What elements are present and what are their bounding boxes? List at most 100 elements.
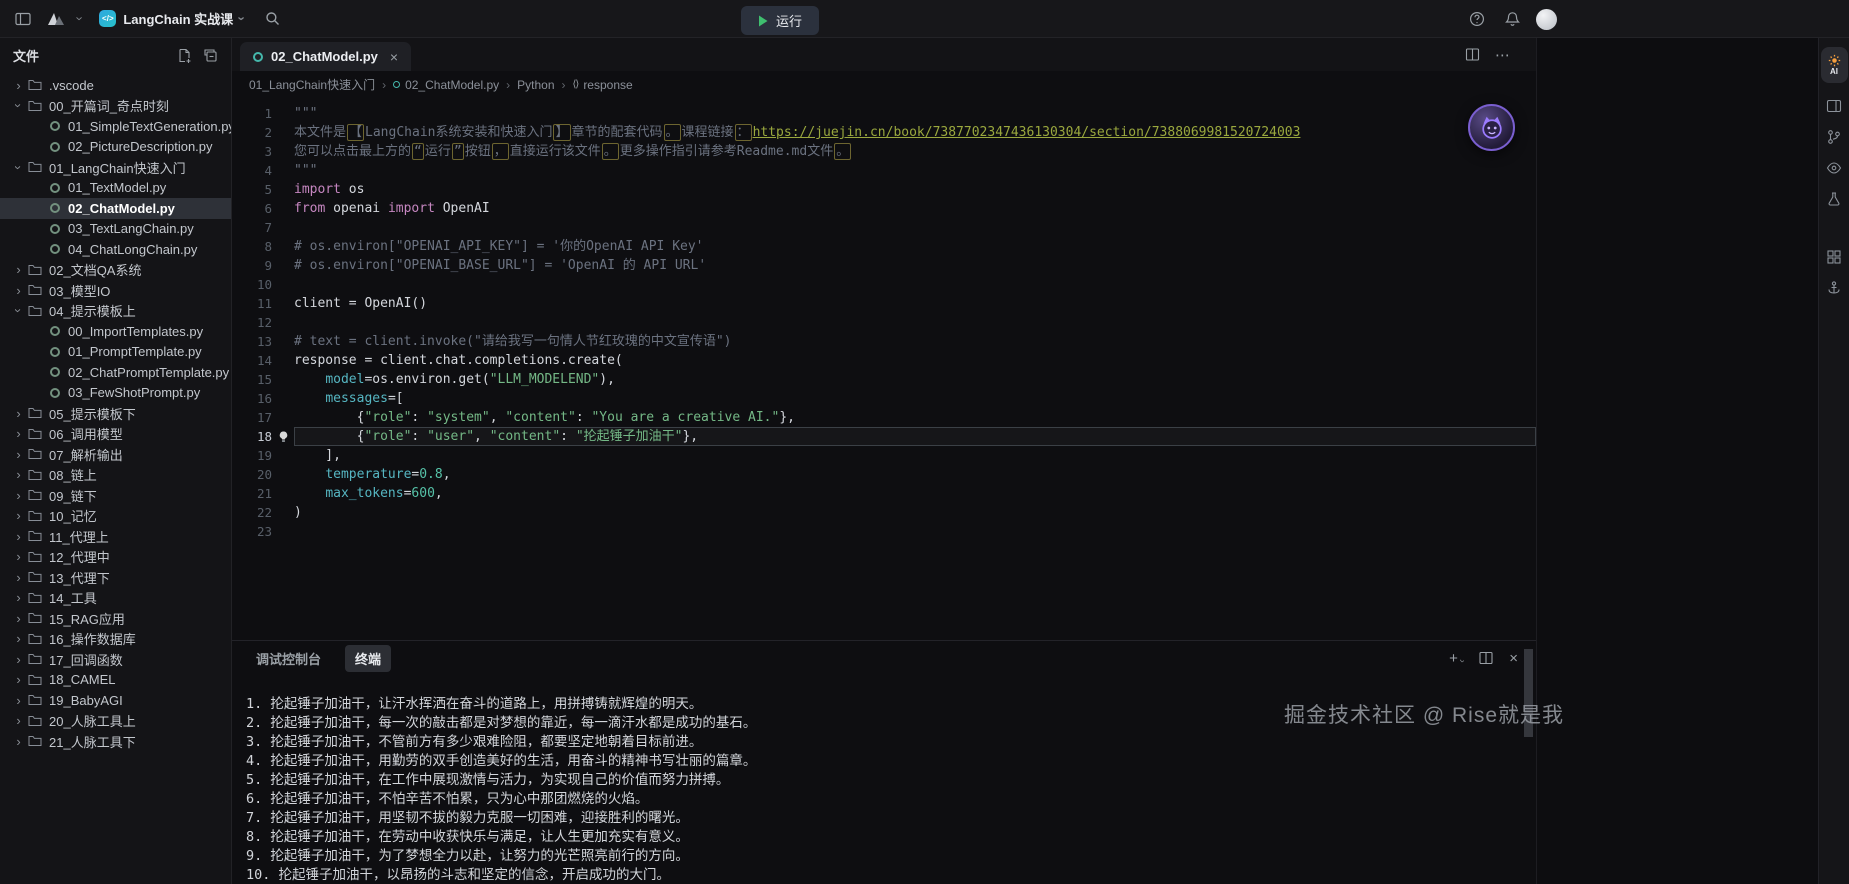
- tree-folder-item[interactable]: ›.vscode: [0, 75, 231, 96]
- tree-file-item[interactable]: 01_TextModel.py: [0, 178, 231, 199]
- tree-folder-item[interactable]: ›10_记忆: [0, 506, 231, 527]
- beaker-icon[interactable]: [1826, 191, 1842, 207]
- gutter-glyph: [272, 446, 294, 465]
- code-line[interactable]: 19 ],: [232, 446, 1536, 465]
- code-line[interactable]: 2本文件是【LangChain系统安装和快速入门】章节的配套代码。课程链接：ht…: [232, 123, 1536, 142]
- tree-folder-item[interactable]: ›09_链下: [0, 485, 231, 506]
- tree-file-item[interactable]: 00_ImportTemplates.py: [0, 321, 231, 342]
- tree-folder-item[interactable]: ›18_CAMEL: [0, 670, 231, 691]
- tree-file-item[interactable]: 01_PromptTemplate.py: [0, 342, 231, 363]
- code-line[interactable]: 16 messages=[: [232, 389, 1536, 408]
- code-line[interactable]: 6from openai import OpenAI: [232, 199, 1536, 218]
- gutter-glyph: [272, 161, 294, 180]
- code-line[interactable]: 23: [232, 522, 1536, 541]
- editor-area: 02_ChatModel.py × ⋯ 01_LangChain快速入门›02_…: [232, 38, 1536, 884]
- code-line[interactable]: 4""": [232, 161, 1536, 180]
- workbench: 文件 ›.vscode›00_开篇词_奇点时刻01_SimpleTextGene…: [0, 38, 1849, 884]
- tree-file-item[interactable]: 01_SimpleTextGeneration.py: [0, 116, 231, 137]
- tree-folder-item[interactable]: ›06_调用模型: [0, 424, 231, 445]
- tree-file-item[interactable]: 04_ChatLongChain.py: [0, 239, 231, 260]
- tree-folder-item[interactable]: ›20_人脉工具上: [0, 711, 231, 732]
- split-editor-icon[interactable]: [1465, 47, 1480, 62]
- new-file-icon[interactable]: [177, 48, 192, 63]
- sidebar-toggle-icon[interactable]: [12, 8, 34, 30]
- tree-item-label: 02_ChatPromptTemplate.py: [68, 365, 229, 380]
- ai-assistant-avatar[interactable]: [1468, 104, 1515, 151]
- code-editor[interactable]: 1"""2本文件是【LangChain系统安装和快速入门】章节的配套代码。课程链…: [232, 98, 1536, 640]
- code-line[interactable]: 5import os: [232, 180, 1536, 199]
- search-icon[interactable]: [261, 8, 283, 30]
- tree-folder-item[interactable]: ›12_代理中: [0, 547, 231, 568]
- new-terminal-icon[interactable]: +›: [1449, 650, 1463, 667]
- code-line[interactable]: 21 max_tokens=600,: [232, 484, 1536, 503]
- tree-folder-item[interactable]: ›11_代理上: [0, 526, 231, 547]
- folder-icon: [28, 571, 42, 583]
- editor-more-actions-icon[interactable]: ⋯: [1495, 46, 1510, 64]
- code-line[interactable]: 12: [232, 313, 1536, 332]
- eye-icon[interactable]: [1826, 160, 1842, 176]
- code-line[interactable]: 11client = OpenAI(): [232, 294, 1536, 313]
- tree-folder-item[interactable]: ›21_人脉工具下: [0, 731, 231, 752]
- ai-sun-icon: [1828, 54, 1841, 67]
- code-line[interactable]: 14response = client.chat.completions.cre…: [232, 351, 1536, 370]
- tab-close-icon[interactable]: ×: [390, 49, 398, 65]
- tree-folder-item[interactable]: ›00_开篇词_奇点时刻: [0, 96, 231, 117]
- breadcrumb-item[interactable]: ⟨⟩response: [573, 78, 633, 92]
- tree-file-item[interactable]: 02_PictureDescription.py: [0, 137, 231, 158]
- tree-folder-item[interactable]: ›04_提示模板上: [0, 301, 231, 322]
- panel-layout-icon[interactable]: [1826, 98, 1842, 114]
- code-line[interactable]: 18 {"role": "user", "content": "抡起锤子加油干"…: [232, 427, 1536, 446]
- tree-folder-item[interactable]: ›13_代理下: [0, 567, 231, 588]
- notifications-bell-icon[interactable]: [1501, 8, 1523, 30]
- code-line[interactable]: 3您可以点击最上方的“运行”按钮，直接运行该文件。更多操作指引请参考Readme…: [232, 142, 1536, 161]
- code-line[interactable]: 15 model=os.environ.get("LLM_MODELEND"),: [232, 370, 1536, 389]
- code-line[interactable]: 10: [232, 275, 1536, 294]
- git-branch-icon[interactable]: [1826, 129, 1842, 145]
- tree-folder-item[interactable]: ›05_提示模板下: [0, 403, 231, 424]
- tree-file-item[interactable]: 02_ChatModel.py: [0, 198, 231, 219]
- breadcrumb-item[interactable]: 02_ChatModel.py: [393, 78, 499, 92]
- logo-menu-chevron-icon[interactable]: ›: [74, 16, 87, 20]
- ai-assistant-button[interactable]: AI: [1821, 47, 1848, 83]
- tree-file-item[interactable]: 03_FewShotPrompt.py: [0, 383, 231, 404]
- code-line[interactable]: 8# os.environ["OPENAI_API_KEY"] = '你的Ope…: [232, 237, 1536, 256]
- code-line[interactable]: 1""": [232, 104, 1536, 123]
- code-line[interactable]: 9# os.environ["OPENAI_BASE_URL"] = 'Open…: [232, 256, 1536, 275]
- tree-folder-item[interactable]: ›17_回调函数: [0, 649, 231, 670]
- user-avatar[interactable]: [1536, 9, 1557, 30]
- code-line[interactable]: 22): [232, 503, 1536, 522]
- anchor-icon[interactable]: [1826, 280, 1842, 296]
- lightbulb-icon[interactable]: [278, 430, 289, 444]
- close-panel-icon[interactable]: ×: [1509, 650, 1518, 667]
- tree-folder-item[interactable]: ›14_工具: [0, 588, 231, 609]
- breadcrumb-item[interactable]: 01_LangChain快速入门: [249, 76, 375, 93]
- code-line[interactable]: 13# text = client.invoke("请给我写一句情人节红玫瑰的中…: [232, 332, 1536, 351]
- tree-folder-item[interactable]: ›19_BabyAGI: [0, 690, 231, 711]
- tree-file-item[interactable]: 03_TextLangChain.py: [0, 219, 231, 240]
- extensions-grid-icon[interactable]: [1826, 249, 1842, 265]
- tree-folder-item[interactable]: ›15_RAG应用: [0, 608, 231, 629]
- breadcrumb-item[interactable]: Python: [517, 78, 554, 92]
- app-logo-icon[interactable]: [45, 8, 67, 30]
- terminal-line: 10. 抡起锤子加油干，以昂扬的斗志和坚定的信念，开启成功的大门。: [246, 866, 1522, 884]
- tree-folder-item[interactable]: ›07_解析输出: [0, 444, 231, 465]
- tree-folder-item[interactable]: ›16_操作数据库: [0, 629, 231, 650]
- collapse-all-icon[interactable]: [203, 48, 218, 63]
- code-line[interactable]: 17 {"role": "system", "content": "You ar…: [232, 408, 1536, 427]
- code-line[interactable]: 20 temperature=0.8,: [232, 465, 1536, 484]
- tab-terminal[interactable]: 终端: [345, 645, 391, 672]
- tab-debug-console[interactable]: 调试控制台: [246, 645, 331, 672]
- tree-folder-item[interactable]: ›01_LangChain快速入门: [0, 157, 231, 178]
- tree-folder-item[interactable]: ›08_链上: [0, 465, 231, 486]
- tree-file-item[interactable]: 02_ChatPromptTemplate.py: [0, 362, 231, 383]
- project-selector[interactable]: </> LangChain 实战课 ›: [93, 6, 250, 31]
- chevron-icon: ›: [11, 161, 26, 174]
- run-button[interactable]: 运行: [741, 6, 819, 35]
- tree-folder-item[interactable]: ›02_文档QA系统: [0, 260, 231, 281]
- tree-folder-item[interactable]: ›03_模型IO: [0, 280, 231, 301]
- help-icon[interactable]: [1466, 8, 1488, 30]
- code-line[interactable]: 7: [232, 218, 1536, 237]
- tab-02-chatmodel[interactable]: 02_ChatModel.py ×: [240, 42, 411, 71]
- split-terminal-icon[interactable]: [1479, 651, 1493, 665]
- terminal-line: 7. 抡起锤子加油干，用坚韧不拔的毅力克服一切困难，迎接胜利的曙光。: [246, 809, 1522, 828]
